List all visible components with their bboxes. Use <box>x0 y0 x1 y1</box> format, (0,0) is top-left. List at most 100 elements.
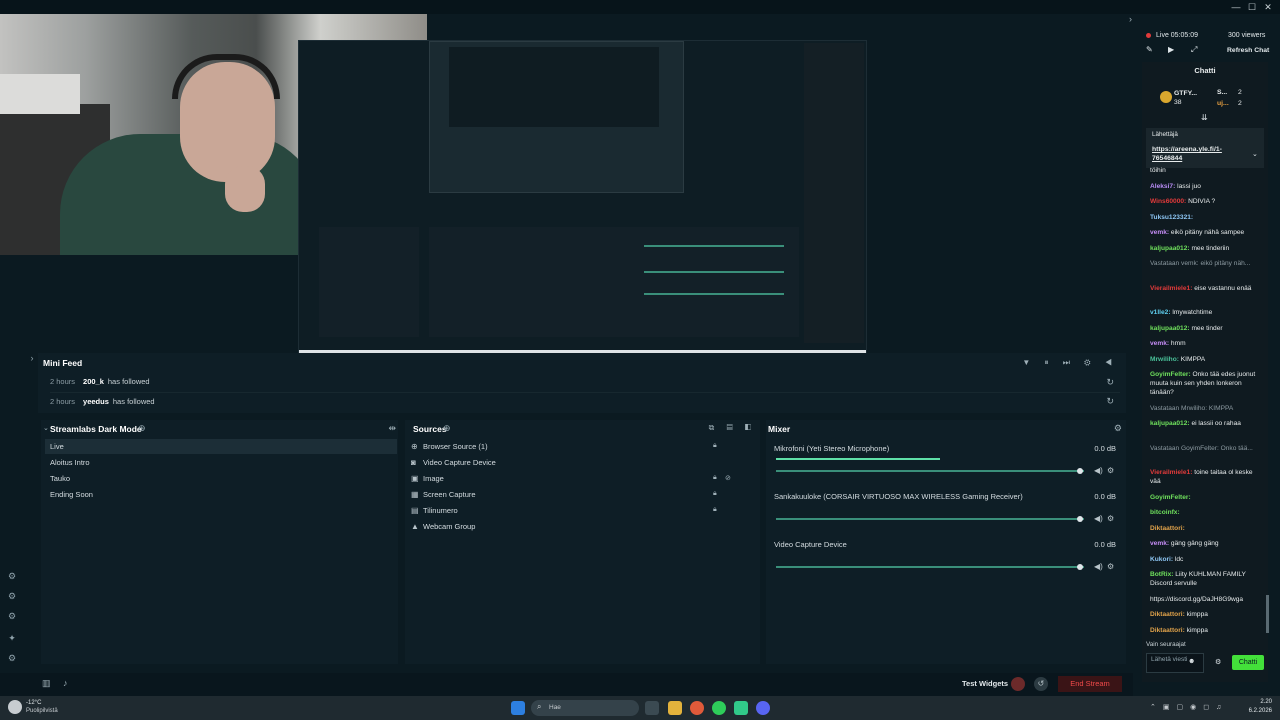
add-scene-icon[interactable]: ⊕ <box>138 423 146 434</box>
volume-slider-knob[interactable] <box>1077 468 1083 474</box>
scene-collection-title[interactable]: Streamlabs Dark Mode <box>50 424 142 434</box>
repeat-alert-icon[interactable]: ↻ <box>1106 377 1114 388</box>
chat-username: Diktaattori: <box>1150 611 1185 618</box>
scene-item[interactable]: Aloitus Intro <box>45 455 397 470</box>
minimize-button[interactable]: — <box>1230 1 1242 13</box>
source-label: Video Capture Device <box>423 458 496 467</box>
performance-icon[interactable]: ▥ <box>42 678 51 689</box>
source-item[interactable]: ▤ Tilinumero <box>409 503 739 518</box>
lock-icon[interactable]: 🔒︎ <box>713 442 717 450</box>
chat-message: vemk: eikö pitäny nähä sampee <box>1150 228 1262 237</box>
chat-text: Vastataan Mrwiliho: KIMPPA <box>1150 404 1234 412</box>
discord-icon[interactable] <box>756 701 770 715</box>
screen-capture-preview <box>298 40 867 360</box>
expand-arrow-icon[interactable]: ⇊ <box>1201 113 1208 122</box>
close-button[interactable]: ✕ <box>1262 1 1274 13</box>
scene-item[interactable]: Live <box>45 439 397 454</box>
feed-user: yeedus <box>83 397 109 406</box>
emote-icon[interactable]: ☻ <box>1188 658 1195 665</box>
chat-messages: töihin Aleksi7: lassi juo Wins60000: NDIVI… <box>1142 166 1268 634</box>
gear-icon[interactable]: ⚙ <box>1107 466 1114 475</box>
studio-mode-icon[interactable]: ⚙ <box>6 570 18 582</box>
scene-item[interactable]: Tauko <box>45 471 397 486</box>
task-view-icon[interactable] <box>645 701 659 715</box>
settings-icon[interactable]: ⚙ <box>6 652 18 664</box>
gear-icon[interactable]: ⚙ <box>1107 562 1114 571</box>
repeat-alert-icon[interactable]: ↻ <box>1106 396 1114 407</box>
apps-icon[interactable]: ✦ <box>6 632 18 644</box>
source-item[interactable]: ▣ Image <box>409 471 739 486</box>
chat-scrollbar[interactable] <box>1266 595 1269 633</box>
scene-transition-icon[interactable]: ⇹ <box>388 423 396 434</box>
refresh-chat-button[interactable]: Refresh Chat <box>1227 47 1269 54</box>
weather-icon <box>8 700 22 714</box>
title-bar: — ☐ ✕ <box>0 0 1280 14</box>
chat-message: vemk: hmm <box>1150 339 1262 348</box>
source-folder-icons[interactable]: ⧉ ▤ ◧ <box>709 423 756 433</box>
source-item[interactable]: ◙ Video Capture Device <box>409 455 739 470</box>
mixer-settings-icon[interactable]: ⚙ <box>1114 423 1122 434</box>
record-button[interactable] <box>1011 677 1025 691</box>
system-tray-icons[interactable]: ⌃▣▢◉◻♫ <box>1150 703 1228 711</box>
volume-slider[interactable] <box>776 518 1084 520</box>
lock-icon[interactable]: 🔒︎ <box>713 506 717 514</box>
source-item[interactable]: ▲ Webcam Group <box>409 519 739 534</box>
feed-controls-icons[interactable]: ▼ ⏸ ⏭ ⚙ ◀ <box>1022 358 1118 368</box>
lock-icon[interactable]: 🔒︎ <box>713 490 717 498</box>
chat-message: bitcoinfx: <box>1150 508 1262 517</box>
firefox-icon[interactable] <box>690 701 704 715</box>
speaker-icon[interactable]: ◀) <box>1094 562 1103 571</box>
chevron-down-icon[interactable]: ⌄ <box>1252 150 1258 158</box>
scene-item[interactable]: Ending Soon <box>45 487 397 502</box>
chevron-down-icon[interactable]: ⌄ <box>43 424 49 432</box>
source-item[interactable]: ▦ Screen Capture <box>409 487 739 502</box>
volume-slider-knob[interactable] <box>1077 516 1083 522</box>
clip-icon[interactable]: ▶ <box>1168 45 1174 54</box>
chat-message: Vierailmiele1: toine taitaa ol keske vää <box>1150 468 1262 486</box>
replay-buffer-icon[interactable]: ↺ <box>1034 677 1048 691</box>
end-stream-button[interactable]: End Stream <box>1058 676 1122 692</box>
volume-slider[interactable] <box>776 566 1084 568</box>
lock-icon[interactable]: 🔒︎ <box>713 474 717 482</box>
sources-panel: Sources ⊕ ⧉ ▤ ◧ ⊕ Browser Source (1) ◙ Vid… <box>405 420 760 664</box>
chat-username: Vierailmiele1: <box>1150 284 1193 292</box>
stream-preview[interactable] <box>0 14 1133 360</box>
gear-icon[interactable]: ⚙ <box>1107 514 1114 523</box>
pinned-link[interactable]: https://areena.yle.fi/1-76546844 <box>1152 145 1248 163</box>
test-widgets-label[interactable]: Test Widgets <box>962 679 1008 688</box>
source-item[interactable]: ⊕ Browser Source (1) <box>409 439 739 454</box>
speaker-icon[interactable]: ◀) <box>1094 514 1103 523</box>
weather-temp: -12°C <box>26 700 42 706</box>
chat-username: Kukori: <box>1150 555 1174 563</box>
speaker-icon[interactable]: ◀) <box>1094 466 1103 475</box>
collapse-arrow-icon[interactable]: › <box>26 352 38 364</box>
pinned-message[interactable]: Lähettäjä https://areena.yle.fi/1-765468… <box>1146 128 1264 168</box>
file-explorer-icon[interactable] <box>668 701 682 715</box>
taskbar-search[interactable]: ⌕ Hae <box>531 700 639 716</box>
streamlabs-icon[interactable] <box>734 701 748 715</box>
volume-slider-knob[interactable] <box>1077 564 1083 570</box>
themes-icon[interactable]: ⚙ <box>6 610 18 622</box>
chat-message: v1lle2: lmywatchtime <box>1150 308 1262 317</box>
hidden-eye-icon[interactable]: ⊘ <box>725 474 731 482</box>
chat-message: kaljupaa012: mee tinderiin <box>1150 244 1262 253</box>
volume-slider[interactable] <box>776 470 1084 472</box>
maximize-button[interactable]: ☐ <box>1246 1 1258 13</box>
edit-stream-info-icon[interactable]: ✎ <box>1146 45 1153 54</box>
collapse-chat-icon[interactable]: › <box>1129 14 1132 24</box>
chat-settings-icon[interactable]: ⚙ <box>1215 658 1221 666</box>
live-indicator <box>1146 33 1151 38</box>
spotify-icon[interactable] <box>712 701 726 715</box>
chat-text: https://discord.gg/DaJH8G9wga <box>1150 595 1244 603</box>
send-chat-button[interactable]: Chatti <box>1232 655 1264 670</box>
mixer-channel-name: Video Capture Device <box>774 540 847 549</box>
chat-text: Vastataan GoyimFelter: Onko tää... <box>1150 444 1253 452</box>
feed-action: has followed <box>112 397 155 406</box>
windows-start-icon[interactable] <box>511 701 525 715</box>
chat-message: Vastataan Mrwiliho: KIMPPA <box>1150 404 1262 413</box>
notification-bell-icon[interactable]: ♪ <box>63 678 68 688</box>
scenes-panel: Streamlabs Dark Mode ⌄ ⊕ ⇹ Live Aloitus … <box>41 420 398 664</box>
share-icon[interactable]: ⤢ <box>1191 45 1197 55</box>
add-source-icon[interactable]: ⊕ <box>443 423 451 434</box>
layout-icon[interactable]: ⚙ <box>6 590 18 602</box>
